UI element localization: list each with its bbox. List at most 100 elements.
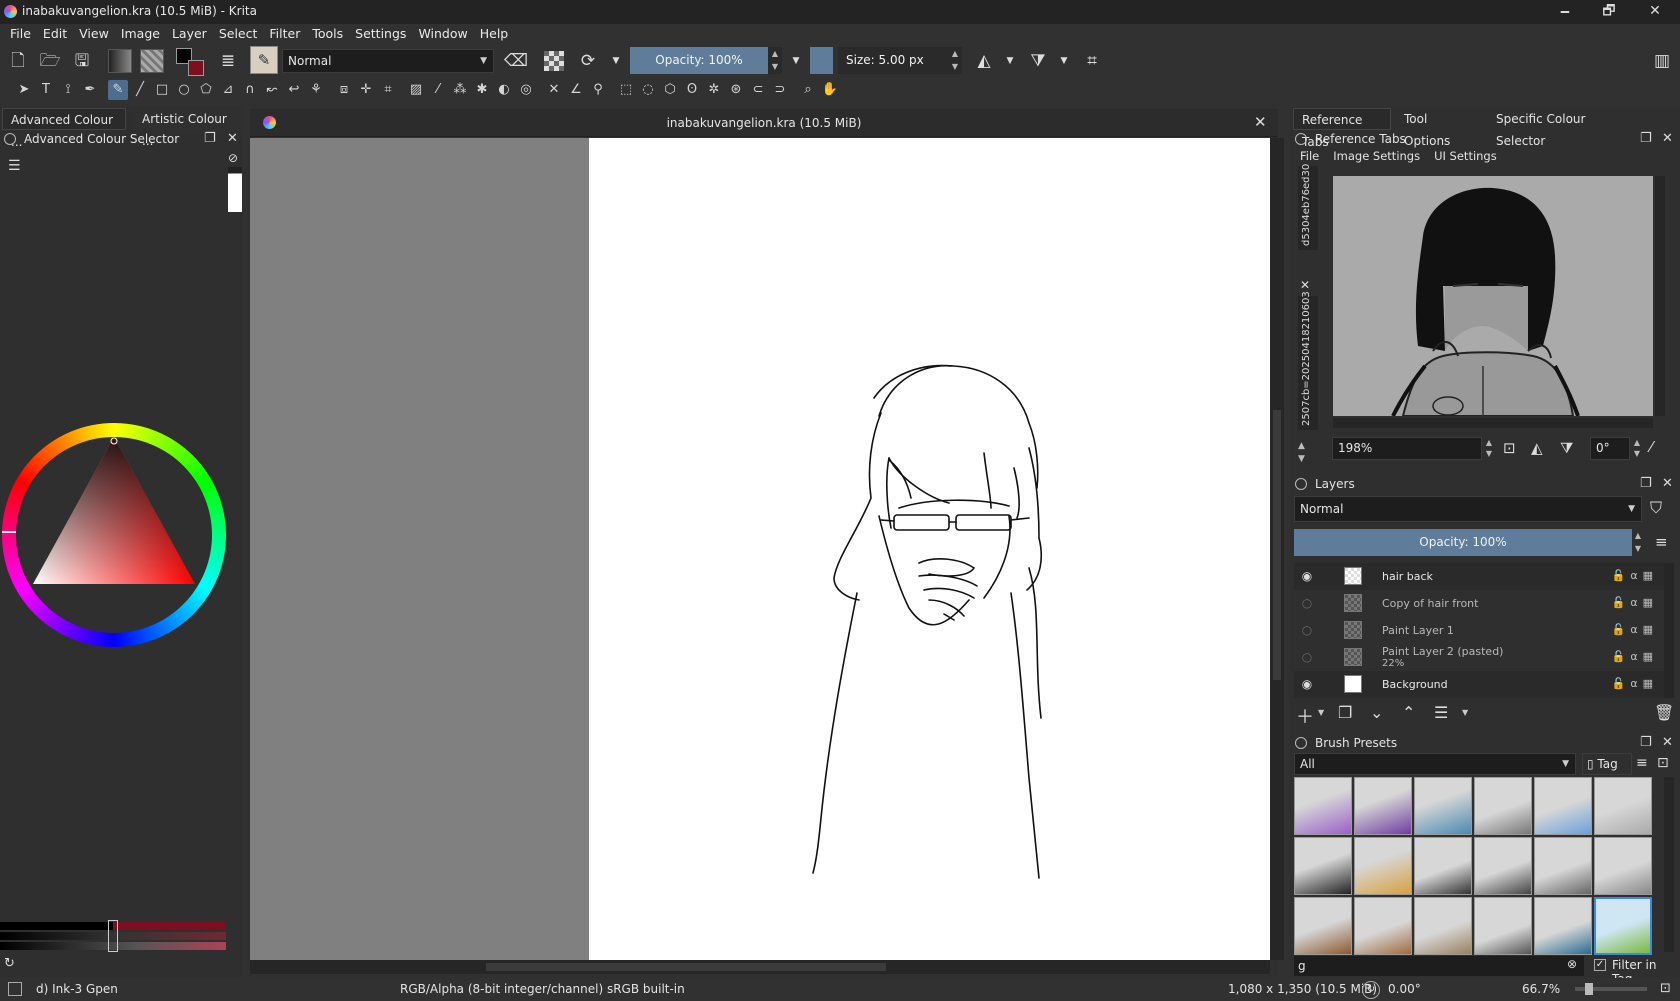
brush-preset-tile[interactable]	[1534, 837, 1592, 895]
reference-side-scroll[interactable]: ▲ ▼	[1298, 440, 1305, 466]
brush-preset-tile[interactable]	[1354, 777, 1412, 835]
layer-lock-alpha-icons[interactable]: 🔓α▦	[1612, 569, 1658, 582]
colour-history-strip[interactable]	[228, 167, 242, 212]
brush-tag-button[interactable]: ▯ Tag	[1582, 753, 1632, 775]
close-window-button[interactable]: ✕	[1632, 0, 1678, 24]
brush-preset-tile[interactable]	[1294, 897, 1352, 955]
reference-images-tool-icon[interactable]: ⚲	[588, 80, 608, 100]
freehand-path-tool-icon[interactable]: ↜	[262, 80, 282, 100]
menu-file[interactable]: File	[4, 24, 37, 44]
reference-side-tab-1[interactable]: d5304eb76ed30	[1298, 164, 1318, 250]
layers-float-icon[interactable]: ❐	[1640, 476, 1652, 491]
brush-preset-tile[interactable]	[1414, 777, 1472, 835]
layer-filter-icon[interactable]: ⛉	[1650, 498, 1662, 518]
mirror-v-dropdown-icon[interactable]: ▼	[1052, 49, 1076, 73]
brush-presets-scrollbar[interactable]	[1664, 777, 1674, 952]
brush-tag-filter-select[interactable]: All ▼	[1294, 753, 1576, 775]
line-tool-icon[interactable]: ╱	[130, 80, 150, 100]
multibrush-tool-icon[interactable]: ⚘	[306, 80, 326, 100]
wrap-around-icon[interactable]: ⌗	[1080, 49, 1104, 73]
tab-artistic-colour[interactable]: Artistic Colour ...	[134, 108, 242, 148]
brush-preset-tile[interactable]	[1474, 837, 1532, 895]
visibility-off-icon[interactable]: ○	[1300, 596, 1314, 610]
brush-preset-tile[interactable]	[1414, 837, 1472, 895]
open-document-icon[interactable]: 🗁	[38, 49, 62, 73]
layer-opacity-slider[interactable]: Opacity: 100%	[1294, 529, 1632, 556]
tab-reference-tabs[interactable]: Reference Tabs	[1293, 108, 1391, 149]
docker-layout-icon[interactable]: ▥	[1650, 49, 1674, 73]
reference-float-icon[interactable]: ❐	[1640, 131, 1652, 146]
move-layer-up-icon[interactable]: ⌃	[1402, 703, 1415, 722]
blend-mode-select[interactable]: Normal ▼	[282, 49, 494, 73]
reference-side-tab-2[interactable]: 2507cb=20250418210603	[1298, 291, 1318, 430]
colour-settings-icon[interactable]: ☰	[8, 158, 21, 174]
dynamic-brush-tool-icon[interactable]: ↩	[284, 80, 304, 100]
size-slider[interactable]: Size: 5.00 px	[838, 47, 948, 74]
mirror-vertical-icon[interactable]: ⧩	[1026, 49, 1050, 73]
layer-row[interactable]: ◉ hair back 🔓α▦	[1294, 563, 1664, 590]
size-spin[interactable]: ▲ ▼	[948, 47, 962, 74]
clear-search-icon[interactable]: ⊗	[1567, 957, 1577, 971]
move-layer-down-icon[interactable]: ⌄	[1370, 703, 1383, 722]
selection-status-icon[interactable]	[8, 982, 22, 996]
menu-layer[interactable]: Layer	[166, 24, 213, 44]
crop-tool-icon[interactable]: ⌗	[378, 80, 398, 100]
brush-preset-icon[interactable]: ✎	[250, 46, 278, 74]
brush-view-mode-icon[interactable]: ⊡	[1657, 755, 1669, 771]
measure-tool-icon[interactable]: ∠	[566, 80, 586, 100]
fit-page-icon[interactable]: ⊡	[1660, 981, 1671, 996]
reference-rotation-spin[interactable]: ▲ ▼	[1630, 437, 1644, 460]
maximize-button[interactable]: 🗗	[1586, 0, 1632, 24]
gradient-preset-button[interactable]	[108, 49, 132, 73]
reference-menu-ui-settings[interactable]: UI Settings	[1434, 149, 1497, 163]
duplicate-layer-icon[interactable]: ❐	[1338, 703, 1352, 722]
mirror-horizontal-icon[interactable]: ◭	[972, 49, 996, 73]
dock-lock-icon[interactable]	[4, 133, 16, 145]
reference-zoom-field[interactable]: 198%	[1332, 437, 1482, 460]
close-document-button[interactable]: ✕	[1254, 113, 1267, 131]
color-picker-tool-icon[interactable]: ⁄	[428, 80, 448, 100]
pattern-preset-button[interactable]	[140, 49, 164, 73]
layer-properties-dropdown-icon[interactable]: ▼	[1462, 708, 1468, 717]
fit-view-icon[interactable]: ⊡	[1503, 439, 1516, 457]
menu-select[interactable]: Select	[213, 24, 264, 44]
reference-tab-close-icon[interactable]: ✕	[1300, 278, 1310, 292]
menu-filter[interactable]: Filter	[263, 24, 306, 44]
eraser-icon[interactable]: ⌫	[504, 49, 528, 73]
brush-search-input[interactable]: g	[1294, 956, 1584, 976]
save-document-icon[interactable]: 🖫	[70, 49, 94, 73]
menu-tools[interactable]: Tools	[306, 24, 349, 44]
polyline-tool-icon[interactable]: ⊿	[218, 80, 238, 100]
calligraphy-tool-icon[interactable]: ✒	[80, 80, 100, 100]
minimize-button[interactable]: 🗕	[1542, 0, 1588, 24]
layer-row[interactable]: ○ Paint Layer 2 (pasted) 22% 🔓α▦	[1294, 644, 1664, 671]
reference-mirror-v-icon[interactable]: ⧩	[1560, 439, 1573, 457]
magnetic-select-tool-icon[interactable]: ⊃	[770, 80, 790, 100]
brush-preset-tile[interactable]	[1474, 777, 1532, 835]
contiguous-select-tool-icon[interactable]: ✲	[704, 80, 724, 100]
polygon-select-tool-icon[interactable]: ⬡	[660, 80, 680, 100]
layer-lock-alpha-icons[interactable]: 🔓α▦	[1612, 623, 1658, 636]
layer-opacity-spin[interactable]: ▲ ▼	[1632, 529, 1644, 556]
rotation-icon[interactable]: ↻	[1362, 981, 1380, 999]
vertical-scroll-thumb[interactable]	[1273, 410, 1281, 680]
preserve-alpha-icon[interactable]	[544, 51, 564, 71]
filter-in-tag-checkbox[interactable]: ✓	[1594, 959, 1606, 971]
select-shapes-tool-icon[interactable]: ➤	[14, 80, 34, 100]
reference-vscroll[interactable]	[1655, 176, 1665, 416]
reference-rotation-field[interactable]: 0°	[1590, 437, 1630, 460]
brush-presets-float-icon[interactable]: ❐	[1640, 735, 1652, 750]
horizontal-scroll-thumb[interactable]	[486, 963, 886, 971]
colorize-mask-tool-icon[interactable]: ⁂	[450, 80, 470, 100]
layers-close-icon[interactable]: ✕	[1662, 476, 1673, 491]
brush-preset-tile[interactable]	[1294, 777, 1352, 835]
layer-blend-mode-select[interactable]: Normal ▼	[1294, 496, 1642, 522]
new-document-icon[interactable]: 🗋	[6, 49, 30, 73]
smart-patch-tool-icon[interactable]: ✱	[472, 80, 492, 100]
layer-row[interactable]: ◉ Background 🔓α▦	[1294, 671, 1664, 698]
menu-settings[interactable]: Settings	[349, 24, 412, 44]
brush-presets-close-icon[interactable]: ✕	[1662, 735, 1673, 750]
zoom-slider[interactable]	[1575, 983, 1647, 995]
brush-preset-tile[interactable]	[1354, 837, 1412, 895]
pan-tool-icon[interactable]: ✋	[820, 80, 840, 100]
